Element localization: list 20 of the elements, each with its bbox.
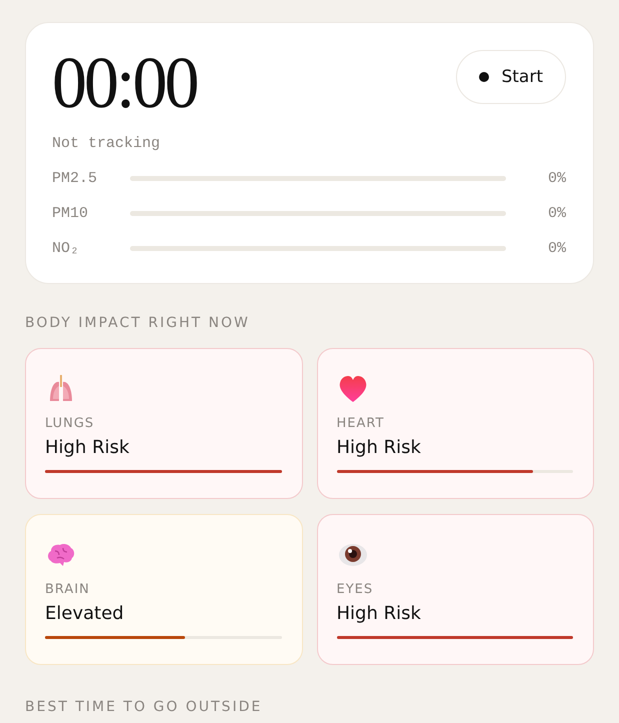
- risk-status: High Risk: [336, 603, 422, 624]
- timer-display: 00:00: [52, 47, 196, 121]
- record-dot-icon: [479, 72, 490, 82]
- pollutant-label: PM10: [52, 205, 90, 222]
- organ-name: HEART: [336, 416, 386, 431]
- risk-status: High Risk: [336, 437, 422, 458]
- section-heading: BEST TIME TO GO OUTSIDE: [25, 699, 264, 715]
- start-button[interactable]: Start: [456, 50, 566, 104]
- organ-name: EYES: [336, 582, 374, 597]
- pollutant-reading: 0%: [546, 170, 566, 187]
- section-heading: BODY IMPACT RIGHT NOW: [25, 315, 251, 331]
- organ-name: LUNGS: [45, 416, 96, 431]
- risk-status: High Risk: [45, 437, 130, 458]
- pollutant-reading: 0%: [546, 240, 566, 257]
- tracking-status: Not tracking: [52, 135, 160, 152]
- pollutant-label: PM2.5: [52, 170, 98, 187]
- pollutant-reading: 0%: [546, 205, 566, 222]
- risk-status: Elevated: [45, 603, 125, 624]
- pollutant-label: NO₂: [52, 240, 80, 257]
- organ-name: BRAIN: [45, 582, 91, 597]
